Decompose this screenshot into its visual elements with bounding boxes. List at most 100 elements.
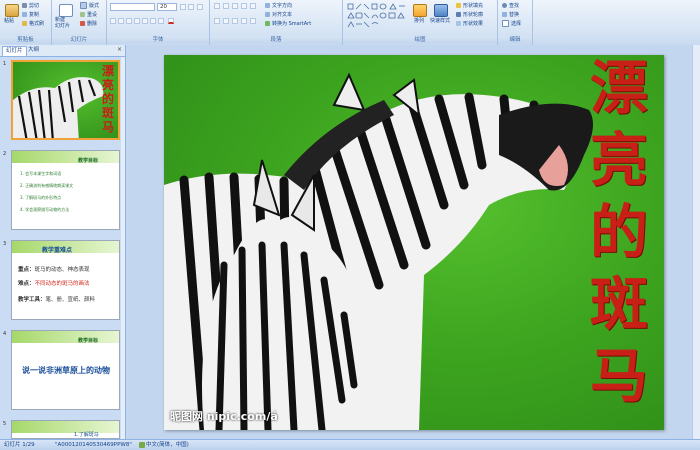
slide-thumbnail-1[interactable]: 漂 亮 的 斑 马 bbox=[11, 60, 120, 140]
spacing-icon[interactable] bbox=[150, 18, 156, 24]
ribbon: 粘贴 剪切 复制 格式刷 剪贴板 新建 幻灯片 版式 重设 删除 幻灯片 20 … bbox=[0, 0, 700, 46]
thumb-line: 3. 了解斑马的外形特点 bbox=[20, 195, 62, 200]
shapes-gallery-icon[interactable] bbox=[347, 3, 409, 29]
align-text-button[interactable]: 对齐文本 bbox=[265, 11, 292, 18]
thumb-banner bbox=[12, 151, 119, 163]
text-direction-button[interactable]: 文字方向 bbox=[265, 2, 292, 9]
decrease-indent-icon[interactable] bbox=[232, 3, 238, 9]
thumb-heading: 教学目标 bbox=[78, 158, 99, 164]
numbering-icon[interactable] bbox=[223, 3, 229, 9]
shape-fill-button[interactable]: 形状填充 bbox=[456, 2, 483, 9]
quick-styles-button[interactable]: 快速样式 bbox=[430, 17, 450, 24]
select-cursor-icon bbox=[502, 20, 509, 27]
shadow-icon[interactable] bbox=[142, 18, 148, 24]
font-name-combo[interactable] bbox=[110, 3, 155, 11]
align-center-icon[interactable] bbox=[223, 18, 229, 24]
replace-icon bbox=[502, 12, 507, 17]
thumb-line: 1. 会写本课生字和词语 bbox=[20, 171, 62, 176]
arrange-icon[interactable] bbox=[413, 4, 427, 17]
tab-slides[interactable]: 幻灯片 bbox=[2, 46, 27, 56]
font-group: 20 字体 bbox=[107, 0, 210, 45]
slide-scrollbar[interactable] bbox=[692, 45, 700, 439]
brush-icon bbox=[22, 21, 27, 26]
tab-outline[interactable]: 大纲 bbox=[25, 46, 42, 55]
increase-indent-icon[interactable] bbox=[241, 3, 247, 9]
line-spacing-icon[interactable] bbox=[250, 3, 256, 9]
align-text-icon bbox=[265, 12, 270, 17]
thumb-line: 2. 正确流利有感情地朗读课文 bbox=[20, 183, 74, 188]
slide-number: 5 bbox=[3, 421, 7, 427]
slide-title-char: 漂 bbox=[589, 55, 648, 122]
strikethrough-icon[interactable] bbox=[134, 18, 140, 24]
smartart-icon bbox=[265, 21, 270, 26]
thumb-title-char: 的 bbox=[101, 92, 114, 106]
bold-icon[interactable] bbox=[110, 18, 116, 24]
italic-icon[interactable] bbox=[118, 18, 124, 24]
slide-thumbnail-5[interactable]: 1.了解斑马 bbox=[11, 420, 120, 439]
thumb-banner bbox=[12, 421, 119, 433]
scissors-icon bbox=[22, 3, 27, 8]
smartart-button[interactable]: 转换为 SmartArt bbox=[265, 20, 311, 27]
cut-button[interactable]: 剪切 bbox=[22, 2, 39, 9]
slide-thumbnail-4[interactable]: 教学目标 说一说非洲草原上的动物 bbox=[11, 330, 120, 410]
slides-group: 新建 幻灯片 版式 重设 删除 幻灯片 bbox=[52, 0, 107, 45]
grow-font-icon[interactable] bbox=[180, 4, 186, 10]
clear-format-icon[interactable] bbox=[197, 4, 203, 10]
quick-styles-icon[interactable] bbox=[434, 4, 448, 17]
thumbnails-scrollbar[interactable] bbox=[121, 57, 125, 439]
reset-button[interactable]: 重设 bbox=[80, 11, 97, 18]
drawing-group-label: 绘图 bbox=[343, 36, 497, 44]
replace-button[interactable]: 替换 bbox=[502, 11, 519, 18]
close-panel-icon[interactable]: × bbox=[117, 46, 122, 53]
underline-icon[interactable] bbox=[126, 18, 132, 24]
clipboard-group: 粘贴 剪切 复制 格式刷 剪贴板 bbox=[0, 0, 52, 45]
slide-editor: 漂 亮 的 斑 马 昵图网 nipic.com/á bbox=[126, 45, 700, 439]
paste-button[interactable]: 粘贴 bbox=[4, 17, 14, 24]
slide-thumbnail-2[interactable]: 教学目标 1. 会写本课生字和词语 2. 正确流利有感情地朗读课文 3. 了解斑… bbox=[11, 150, 120, 230]
paragraph-group: 文字方向 对齐文本 转换为 SmartArt 段落 bbox=[210, 0, 343, 45]
outline-pen-icon bbox=[456, 12, 461, 17]
thumb-banner bbox=[12, 331, 119, 343]
bullets-icon[interactable] bbox=[214, 3, 220, 9]
thumb-heading: 1.了解斑马 bbox=[74, 432, 99, 438]
shape-effects-button[interactable]: 形状效果 bbox=[456, 20, 483, 27]
align-left-icon[interactable] bbox=[214, 18, 220, 24]
slide-number: 4 bbox=[3, 331, 7, 337]
case-icon[interactable] bbox=[158, 18, 164, 24]
arrange-button[interactable]: 排列 bbox=[414, 17, 424, 24]
layout-button[interactable]: 版式 bbox=[80, 2, 99, 9]
thumb-title-char: 马 bbox=[101, 120, 114, 134]
columns-icon[interactable] bbox=[250, 18, 256, 24]
font-size-combo[interactable]: 20 bbox=[157, 3, 177, 11]
spellcheck-icon[interactable] bbox=[139, 442, 145, 448]
align-right-icon[interactable] bbox=[232, 18, 238, 24]
thumb-line: 4. 学会观察描写动物的方法 bbox=[20, 207, 70, 212]
paste-icon[interactable] bbox=[5, 4, 19, 17]
select-button[interactable]: 选择 bbox=[502, 20, 521, 27]
font-color-icon[interactable] bbox=[168, 18, 174, 24]
thumb-point: 难点：不同动态的斑马的画法 bbox=[18, 281, 90, 287]
find-button[interactable]: 查找 bbox=[502, 2, 519, 9]
clipboard-group-label: 剪贴板 bbox=[0, 36, 51, 44]
shrink-font-icon[interactable] bbox=[188, 4, 194, 10]
thumb-title-char: 亮 bbox=[101, 78, 114, 92]
reset-icon bbox=[80, 12, 85, 17]
slide-title-char: 马 bbox=[589, 342, 648, 410]
watermark-text: 昵图网 nipic.com/á bbox=[170, 410, 278, 423]
thumb-title-char: 斑 bbox=[101, 106, 114, 120]
current-slide[interactable]: 漂 亮 的 斑 马 昵图网 nipic.com/á bbox=[164, 55, 664, 430]
slide-thumbnail-3[interactable]: 教学重难点 重点：斑马的动态、神态表现 难点：不同动态的斑马的画法 教学工具：笔… bbox=[11, 240, 120, 320]
format-painter-button[interactable]: 格式刷 bbox=[22, 20, 44, 27]
shape-outline-button[interactable]: 形状轮廓 bbox=[456, 11, 483, 18]
layout-icon bbox=[80, 2, 87, 9]
thumb-title-char: 漂 bbox=[101, 64, 114, 78]
new-slide-icon[interactable] bbox=[59, 4, 73, 17]
slide-number: 3 bbox=[3, 241, 7, 247]
new-slide-button[interactable]: 新建 幻灯片 bbox=[55, 17, 70, 29]
text-direction-icon bbox=[265, 3, 270, 8]
delete-icon bbox=[80, 21, 85, 26]
delete-slide-button[interactable]: 删除 bbox=[80, 20, 97, 27]
copy-button[interactable]: 复制 bbox=[22, 11, 39, 18]
justify-icon[interactable] bbox=[241, 18, 247, 24]
effects-icon bbox=[456, 21, 461, 26]
